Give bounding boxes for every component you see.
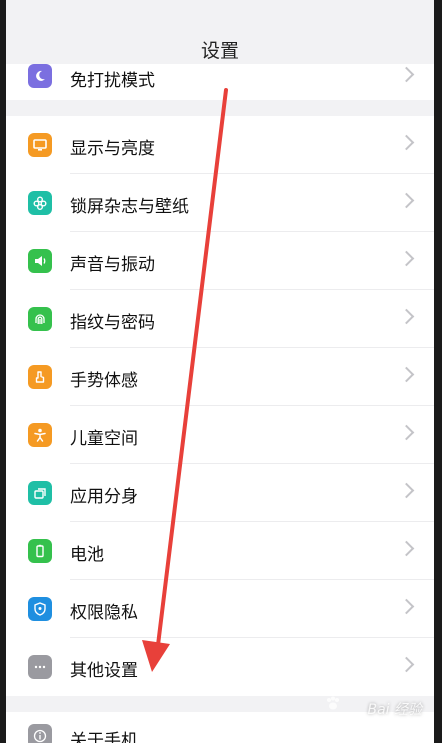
settings-item-sound[interactable]: 声音与振动 <box>6 232 434 290</box>
chevron-right-icon <box>398 134 415 151</box>
settings-item-fingerprint[interactable]: 指纹与密码 <box>6 290 434 348</box>
settings-list: 显示与亮度 锁屏杂志与壁纸 声音与振动 指纹与密码 手势体感 儿童空间 应用分身… <box>6 116 434 696</box>
settings-item-label: 锁屏杂志与壁纸 <box>70 197 189 217</box>
header: 设置 <box>6 0 434 64</box>
settings-item-other[interactable]: 其他设置 <box>6 638 434 696</box>
moon-icon <box>28 64 52 88</box>
settings-item-label: 显示与亮度 <box>70 139 155 159</box>
chevron-right-icon <box>398 656 415 673</box>
speaker-icon <box>28 249 52 273</box>
child-icon <box>28 423 52 447</box>
settings-item-privacy[interactable]: 权限隐私 <box>6 580 434 638</box>
paw-logo-icon <box>327 696 339 710</box>
chevron-right-icon <box>398 192 415 209</box>
settings-item-clone[interactable]: 应用分身 <box>6 464 434 522</box>
battery-icon <box>28 539 52 563</box>
info-icon <box>28 724 52 743</box>
settings-item-label: 指纹与密码 <box>70 313 155 333</box>
settings-item-label: 关于手机 <box>70 731 138 743</box>
settings-item-label: 声音与振动 <box>70 255 155 275</box>
monitor-icon <box>28 133 52 157</box>
fingerprint-icon <box>28 307 52 331</box>
chevron-right-icon <box>398 540 415 557</box>
settings-item-label: 儿童空间 <box>70 429 138 449</box>
chevron-right-icon <box>398 482 415 499</box>
watermark: Bai 经验 <box>367 702 422 718</box>
settings-item-label: 权限隐私 <box>70 603 138 623</box>
chevron-right-icon <box>398 66 415 83</box>
chevron-right-icon <box>398 366 415 383</box>
settings-item-display[interactable]: 显示与亮度 <box>6 116 434 174</box>
settings-item-battery[interactable]: 电池 <box>6 522 434 580</box>
settings-item-label: 免打扰模式 <box>70 71 155 91</box>
settings-screen: 免打扰模式 设置 显示与亮度 锁屏杂志与壁纸 声音与振动 指纹与密码 手势体感 … <box>6 0 434 743</box>
chevron-right-icon <box>398 598 415 615</box>
settings-item-label: 电池 <box>70 545 104 565</box>
chevron-right-icon <box>398 250 415 267</box>
chevron-right-icon <box>398 308 415 325</box>
flower-icon <box>28 191 52 215</box>
settings-item-gesture[interactable]: 手势体感 <box>6 348 434 406</box>
more-icon <box>28 655 52 679</box>
settings-item-lockscreen[interactable]: 锁屏杂志与壁纸 <box>6 174 434 232</box>
shield-icon <box>28 597 52 621</box>
settings-item-label: 手势体感 <box>70 371 138 391</box>
page-title: 设置 <box>200 40 239 62</box>
settings-item-kids[interactable]: 儿童空间 <box>6 406 434 464</box>
chevron-right-icon <box>398 424 415 441</box>
settings-item-label: 应用分身 <box>70 487 138 507</box>
settings-item-label: 其他设置 <box>70 661 138 681</box>
clone-icon <box>28 481 52 505</box>
hand-icon <box>28 365 52 389</box>
